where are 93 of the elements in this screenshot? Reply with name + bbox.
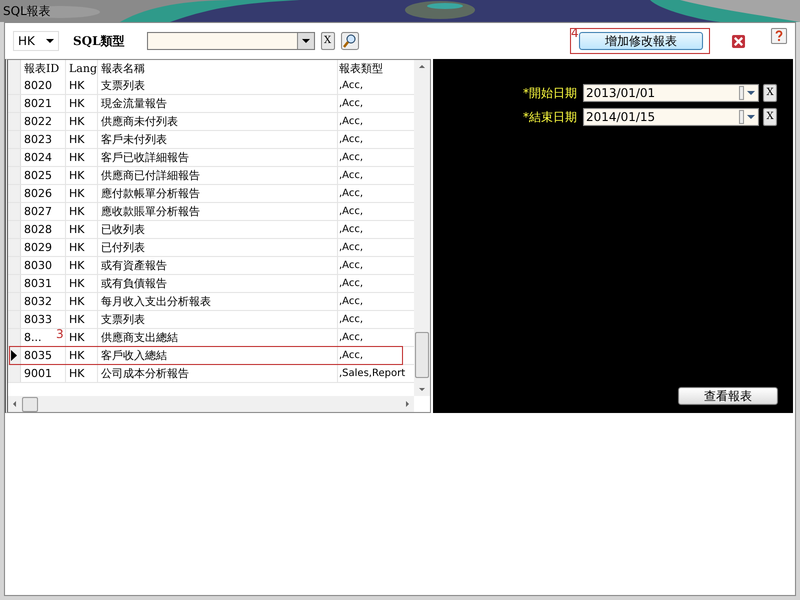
table-cell-text: ,Acc, <box>338 205 364 219</box>
callout-number: 4 <box>571 26 579 40</box>
table-cell-text: ,Acc, <box>338 295 364 309</box>
table-cell-text: ,Acc, <box>338 97 364 111</box>
table-cell-text: ,Acc, <box>338 223 364 237</box>
table-cell: 8023 <box>21 131 66 148</box>
table-cell: 8021 <box>21 95 66 112</box>
window-title: SQL報表 <box>3 3 51 20</box>
table-cell: HK <box>66 221 98 238</box>
table-cell: 8020 <box>21 77 66 94</box>
horizontal-scrollbar[interactable] <box>8 396 414 412</box>
table-cell-text: ,Acc, <box>338 241 364 255</box>
table-cell: HK <box>66 293 98 310</box>
table-cell: 8022 <box>21 113 66 130</box>
sql-type-label: SQL類型 <box>73 32 125 50</box>
table-cell: 8029 <box>21 239 66 256</box>
table-cell: HK <box>66 203 98 220</box>
table-cell: HK <box>66 257 98 274</box>
table-cell-text: ,Acc, <box>338 259 364 273</box>
table-cell-text: ,Acc, <box>338 187 364 201</box>
add-report-button[interactable]: 增加修改報表 <box>579 32 703 50</box>
table-cell: HK <box>66 311 98 328</box>
table-cell: 8033 <box>21 311 66 328</box>
table-cell: 8024 <box>21 149 66 166</box>
table-cell: 8025 <box>21 167 66 184</box>
close-icon[interactable] <box>732 34 745 48</box>
table-cell-text: ,Acc, <box>338 133 364 147</box>
table-cell-text: ,Acc, <box>338 349 364 363</box>
table-cell: 供應商未付列表 <box>98 113 338 130</box>
table-cell: 已付列表 <box>98 239 338 256</box>
table-cell: HK <box>66 167 98 184</box>
date-field[interactable]: 2013/01/01 <box>583 84 759 102</box>
table-cell: 應付款帳單分析報告 <box>98 185 338 202</box>
table-cell: 或有負債報告 <box>98 275 338 292</box>
header-corner <box>8 60 21 77</box>
table-cell: 應收款賬單分析報告 <box>98 203 338 220</box>
clear-button[interactable]: X <box>763 108 777 126</box>
table-cell: 8032 <box>21 293 66 310</box>
help-icon[interactable] <box>771 28 787 44</box>
clear-button[interactable]: X <box>320 32 335 50</box>
table-cell: 公司成本分析報告 <box>98 365 338 382</box>
table-cell: HK <box>66 275 98 292</box>
table-cell: HK <box>66 185 98 202</box>
table-cell: 客戶已收詳細報告 <box>98 149 338 166</box>
table-cell-text: ,Acc, <box>338 115 364 129</box>
column-header[interactable]: 報表類型 <box>338 60 414 77</box>
table-cell: 8027 <box>21 203 66 220</box>
table-cell-text: ,Acc, <box>338 331 364 345</box>
table-cell: HK <box>66 113 98 130</box>
table-cell: 供應商支出總結 <box>98 329 338 346</box>
table-cell: 現金流量報告 <box>98 95 338 112</box>
table-cell-text: ,Acc, <box>338 277 364 291</box>
table-cell-text: ,Acc, <box>338 151 364 165</box>
table-cell: HK <box>66 131 98 148</box>
table-cell: 客戶未付列表 <box>98 131 338 148</box>
view-report-button[interactable]: 查看報表 <box>678 387 778 405</box>
vertical-scrollbar[interactable] <box>414 60 430 396</box>
table-cell: HK <box>66 347 98 364</box>
callout-number: 3 <box>56 327 64 341</box>
table-cell: 已收列表 <box>98 221 338 238</box>
table-cell: HK <box>66 329 98 346</box>
row-header[interactable] <box>8 347 21 364</box>
table-cell: 或有資產報告 <box>98 257 338 274</box>
table-cell: 8030 <box>21 257 66 274</box>
column-header[interactable]: 報表ID <box>21 60 66 77</box>
column-header[interactable]: Lang <box>66 60 98 77</box>
table-cell: 支票列表 <box>98 77 338 94</box>
table-cell: HK <box>66 77 98 94</box>
table-cell-text: ,Sales,Report <box>338 367 406 381</box>
table-cell-text: ,Acc, <box>338 169 364 183</box>
table-cell: 客戶收入總結 <box>98 347 338 364</box>
table-cell: 每月收入支出分析報表 <box>98 293 338 310</box>
language-dropdown[interactable]: HK <box>13 31 59 51</box>
column-header[interactable]: 報表名稱 <box>98 60 338 77</box>
date-field[interactable]: 2014/01/15 <box>583 108 759 126</box>
search-icon[interactable] <box>340 32 359 50</box>
table-cell: 支票列表 <box>98 311 338 328</box>
table-cell: 8028 <box>21 221 66 238</box>
table-cell: 8035 <box>21 347 66 364</box>
table-cell-text: ,Acc, <box>338 79 364 93</box>
sql-type-dropdown[interactable] <box>146 32 315 50</box>
field-label: *開始日期 <box>523 84 577 102</box>
table-cell: 8031 <box>21 275 66 292</box>
table-cell: HK <box>66 365 98 382</box>
clear-button[interactable]: X <box>763 84 777 102</box>
table-cell: HK <box>66 149 98 166</box>
field-label: *結束日期 <box>523 108 577 126</box>
table-cell: HK <box>66 95 98 112</box>
table-cell: 8026 <box>21 185 66 202</box>
table-cell-text: ,Acc, <box>338 313 364 327</box>
table-cell: 供應商已付詳細報告 <box>98 167 338 184</box>
table-cell: 9001 <box>21 365 66 382</box>
table-cell: HK <box>66 239 98 256</box>
